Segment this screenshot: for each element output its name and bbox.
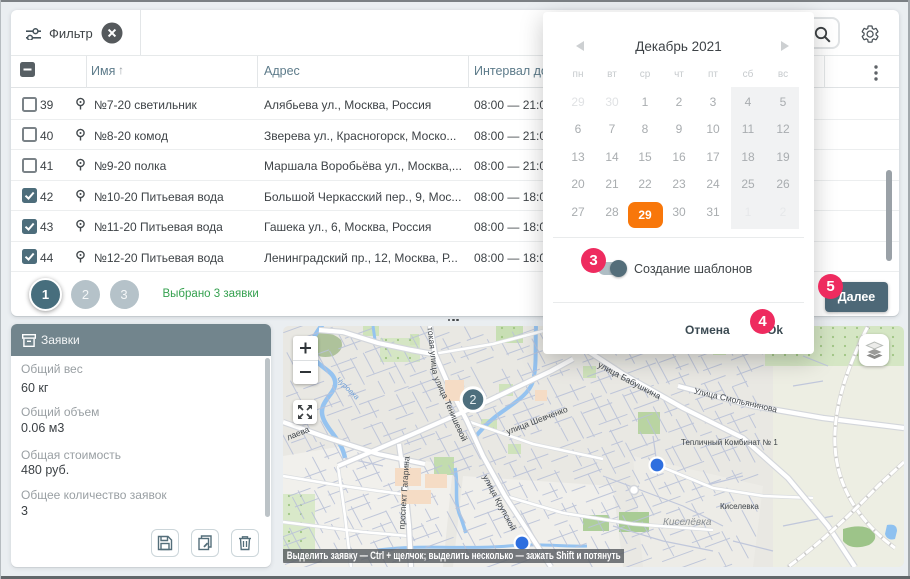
svg-text:Киселевка: Киселевка bbox=[720, 502, 759, 511]
svg-text:Тепличный Комбинат № 1: Тепличный Комбинат № 1 bbox=[681, 438, 778, 447]
svg-text:2: 2 bbox=[470, 393, 477, 407]
svg-text:Киселёвка: Киселёвка bbox=[663, 517, 712, 528]
